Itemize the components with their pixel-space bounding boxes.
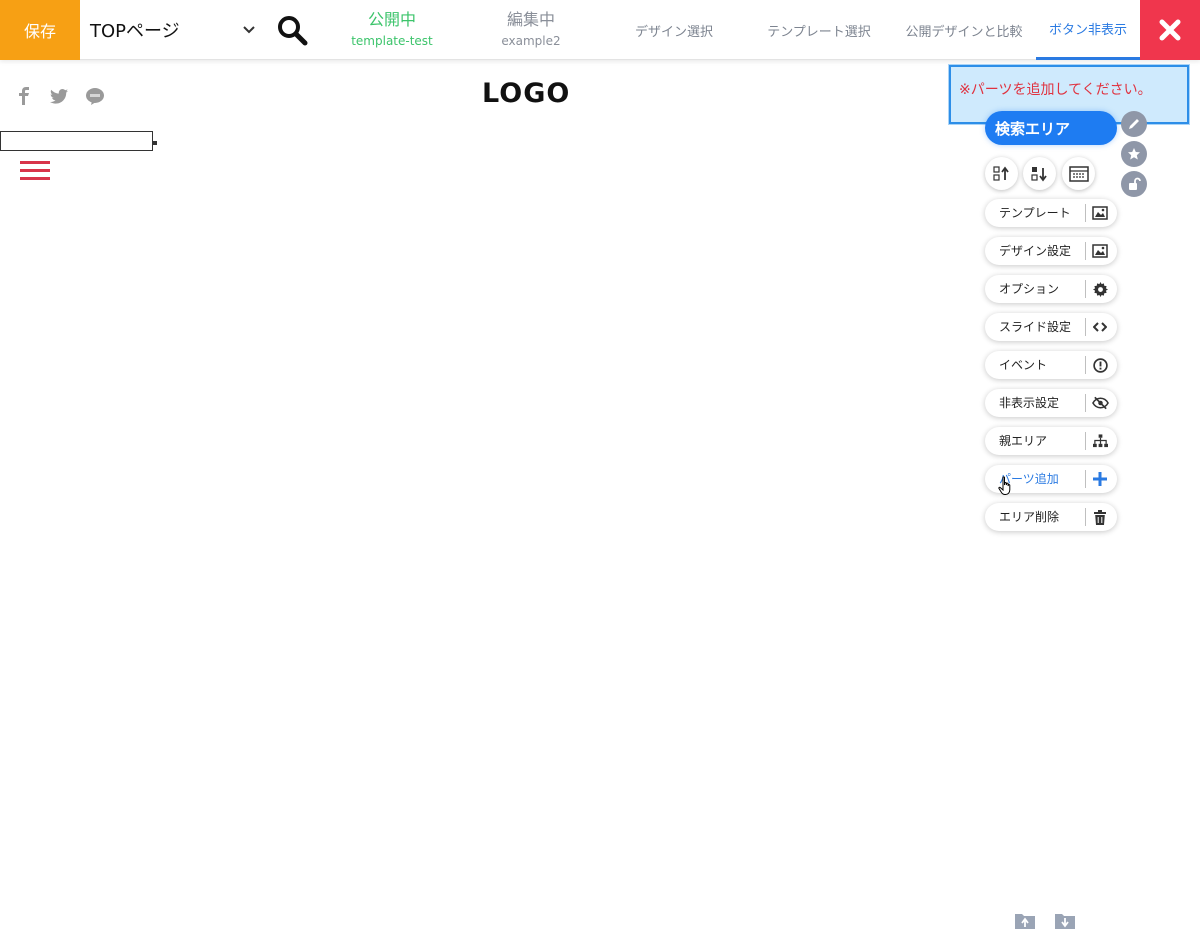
star-icon[interactable]	[1121, 141, 1147, 167]
divider	[1085, 242, 1086, 260]
menu-item-label: テンプレート	[999, 206, 1071, 220]
design-select-link[interactable]: デザイン選択	[620, 0, 728, 60]
public-status-title: 公開中	[367, 10, 416, 29]
eye-slash-icon	[1091, 394, 1109, 412]
layout-grid-button[interactable]	[1062, 157, 1095, 190]
editor-toolbar: 保存 TOPページ 公開中 template-test 編集中 example2…	[0, 0, 1200, 60]
divider	[1085, 508, 1086, 526]
facebook-icon[interactable]	[18, 86, 30, 106]
hamburger-menu-icon[interactable]	[20, 160, 50, 182]
menu-item-event[interactable]: イベント	[985, 351, 1117, 379]
hand-cursor-icon	[998, 476, 1011, 495]
plus-icon	[1091, 470, 1109, 488]
trash-icon	[1091, 508, 1109, 526]
menu-item-design-settings[interactable]: デザイン設定	[985, 237, 1117, 265]
area-title-button[interactable]: 検索エリア	[985, 111, 1117, 145]
divider	[1085, 204, 1086, 222]
site-logo: LOGO	[482, 78, 571, 109]
template-select-link[interactable]: テンプレート選択	[752, 0, 886, 60]
menu-item-label: イベント	[999, 358, 1048, 372]
move-down-icon	[1030, 166, 1047, 181]
download-icon[interactable]	[1055, 911, 1075, 929]
hide-buttons-link[interactable]: ボタン非表示	[1036, 0, 1140, 60]
pencil-icon[interactable]	[1121, 111, 1147, 137]
menu-item-label: 親エリア	[999, 434, 1048, 448]
unlock-icon[interactable]	[1121, 171, 1147, 197]
input-resize-handle[interactable]	[153, 141, 157, 145]
upload-icon[interactable]	[1015, 911, 1035, 929]
gear-icon	[1091, 280, 1109, 298]
twitter-icon[interactable]	[50, 86, 68, 106]
menu-item-label: エリア削除	[999, 510, 1060, 524]
move-down-button[interactable]	[1023, 157, 1056, 190]
menu-item-slide-settings[interactable]: スライド設定	[985, 313, 1117, 341]
compare-public-link[interactable]: 公開デザインと比較	[892, 0, 1036, 60]
line-icon[interactable]	[86, 86, 104, 106]
public-status-name: template-test	[351, 34, 433, 48]
divider	[1085, 394, 1086, 412]
menu-item-template[interactable]: テンプレート	[985, 199, 1117, 227]
search-input[interactable]	[0, 131, 153, 151]
code-icon	[1091, 318, 1109, 336]
save-button[interactable]: 保存	[0, 0, 80, 60]
menu-item-delete-area[interactable]: エリア削除	[985, 503, 1117, 531]
menu-item-options[interactable]: オプション	[985, 275, 1117, 303]
menu-item-label: スライド設定	[999, 320, 1072, 334]
chevron-down-icon	[243, 26, 255, 34]
editing-status[interactable]: 編集中 example2	[476, 0, 586, 60]
editing-status-title: 編集中	[506, 10, 555, 29]
divider	[1085, 356, 1086, 374]
move-up-button[interactable]	[985, 157, 1018, 190]
image-icon	[1091, 204, 1109, 222]
alert-icon	[1091, 356, 1109, 374]
menu-item-label: 非表示設定	[999, 396, 1060, 410]
divider	[1085, 470, 1086, 488]
menu-item-hide-settings[interactable]: 非表示設定	[985, 389, 1117, 417]
sitemap-icon	[1091, 432, 1109, 450]
editing-status-name: example2	[501, 34, 561, 48]
page-select[interactable]: TOPページ	[80, 0, 266, 60]
move-up-icon	[992, 165, 1009, 181]
menu-item-label: デザイン設定	[999, 244, 1072, 258]
divider	[1085, 432, 1086, 450]
menu-item-label: オプション	[999, 282, 1060, 296]
grid-icon	[1068, 165, 1089, 182]
divider	[1085, 318, 1086, 336]
image-icon	[1091, 242, 1109, 260]
divider	[1085, 280, 1086, 298]
page-select-value: TOPページ	[90, 21, 180, 42]
close-icon	[1159, 19, 1181, 41]
search-icon[interactable]	[272, 10, 312, 50]
close-button[interactable]	[1140, 0, 1200, 60]
public-status[interactable]: 公開中 template-test	[337, 0, 447, 60]
menu-item-parent-area[interactable]: 親エリア	[985, 427, 1117, 455]
